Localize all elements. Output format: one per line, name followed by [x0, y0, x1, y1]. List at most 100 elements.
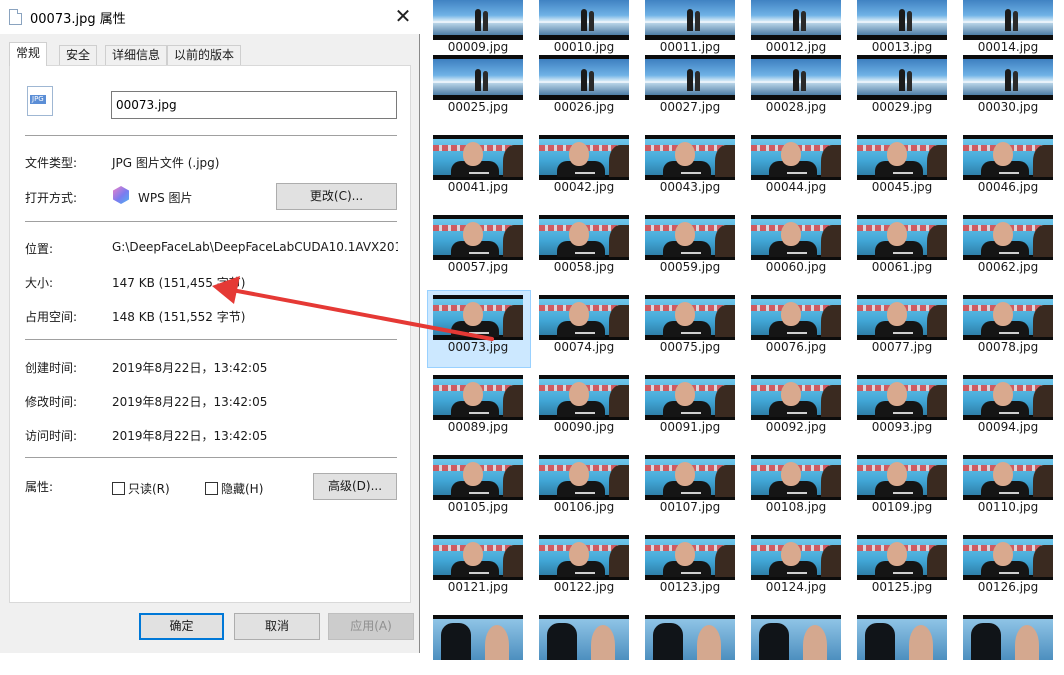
thumbnail-item[interactable] — [645, 615, 735, 675]
thumbnail-item[interactable] — [433, 615, 523, 675]
thumbnail-item[interactable]: 00029.jpg — [857, 55, 947, 115]
thumbnail-item[interactable]: 00059.jpg — [645, 215, 735, 275]
thumbnail-item[interactable]: 00058.jpg — [539, 215, 629, 275]
thumbnail-item[interactable]: 00074.jpg — [539, 295, 629, 355]
size-label: 大小: — [25, 276, 54, 290]
thumbnail-item[interactable]: 00073.jpg — [433, 295, 523, 355]
thumbnail-item[interactable]: 00093.jpg — [857, 375, 947, 435]
size-on-disk-value: 148 KB (151,552 字节) — [112, 310, 246, 324]
cancel-button[interactable]: 取消 — [234, 613, 320, 640]
checkbox-box — [205, 482, 218, 495]
thumbnail-filename: 00091.jpg — [659, 420, 721, 434]
advanced-button[interactable]: 高级(D)... — [313, 473, 397, 500]
thumbnail-filename: 00028.jpg — [765, 100, 827, 114]
thumbnail-item[interactable]: 00013.jpg — [857, 0, 947, 55]
hidden-checkbox[interactable]: 隐藏(H) — [205, 480, 263, 497]
thumbnail-image — [963, 295, 1053, 340]
thumbnail-item[interactable]: 00076.jpg — [751, 295, 841, 355]
thumbnail-filename: 00125.jpg — [871, 580, 933, 594]
divider — [25, 221, 397, 222]
thumbnail-item[interactable]: 00041.jpg — [433, 135, 523, 195]
thumbnail-filename: 00105.jpg — [447, 500, 509, 514]
tab-security[interactable]: 安全 — [59, 45, 98, 65]
accessed-label: 访问时间: — [25, 429, 78, 443]
thumbnail-image — [433, 375, 523, 420]
apply-button[interactable]: 应用(A) — [328, 613, 414, 640]
thumbnail-filename: 00062.jpg — [977, 260, 1039, 274]
thumbnail-image — [645, 215, 735, 260]
tab-general[interactable]: 常规 — [9, 42, 48, 66]
thumbnail-filename: 00108.jpg — [765, 500, 827, 514]
thumbnail-item[interactable]: 00126.jpg — [963, 535, 1053, 595]
thumbnail-item[interactable]: 00108.jpg — [751, 455, 841, 515]
thumbnail-image — [645, 615, 735, 660]
file-type-value: JPG 图片文件 (.jpg) — [112, 156, 220, 170]
ok-button[interactable]: 确定 — [139, 613, 224, 640]
thumbnail-item[interactable]: 00011.jpg — [645, 0, 735, 55]
thumbnail-item[interactable]: 00124.jpg — [751, 535, 841, 595]
thumbnail-item[interactable]: 00110.jpg — [963, 455, 1053, 515]
thumbnail-item[interactable]: 00123.jpg — [645, 535, 735, 595]
thumbnail-filename: 00029.jpg — [871, 100, 933, 114]
thumbnail-image — [539, 375, 629, 420]
size-value: 147 KB (151,455 字节) — [112, 276, 246, 290]
thumbnail-item[interactable]: 00028.jpg — [751, 55, 841, 115]
thumbnail-item[interactable]: 00045.jpg — [857, 135, 947, 195]
thumbnail-item[interactable]: 00027.jpg — [645, 55, 735, 115]
tab-previous-versions[interactable]: 以前的版本 — [167, 45, 242, 65]
thumbnail-item[interactable] — [857, 615, 947, 675]
thumbnail-image — [539, 0, 629, 40]
location-label: 位置: — [25, 242, 54, 256]
filename-field[interactable] — [111, 91, 397, 119]
thumbnail-item[interactable]: 00105.jpg — [433, 455, 523, 515]
thumbnail-item[interactable] — [751, 615, 841, 675]
thumbnail-item[interactable]: 00012.jpg — [751, 0, 841, 55]
thumbnail-item[interactable]: 00091.jpg — [645, 375, 735, 435]
thumbnail-item[interactable]: 00125.jpg — [857, 535, 947, 595]
thumbnail-item[interactable]: 00030.jpg — [963, 55, 1053, 115]
thumbnail-item[interactable]: 00109.jpg — [857, 455, 947, 515]
general-tab-panel: JPG 文件类型: JPG 图片文件 (.jpg) 打开方式: WPS 图片 更… — [9, 65, 411, 603]
thumbnail-item[interactable]: 00057.jpg — [433, 215, 523, 275]
thumbnail-item[interactable]: 00009.jpg — [433, 0, 523, 55]
thumbnail-item[interactable]: 00061.jpg — [857, 215, 947, 275]
thumbnail-item[interactable]: 00046.jpg — [963, 135, 1053, 195]
thumbnail-item[interactable]: 00010.jpg — [539, 0, 629, 55]
thumbnail-item[interactable]: 00044.jpg — [751, 135, 841, 195]
thumbnail-item[interactable]: 00077.jpg — [857, 295, 947, 355]
close-icon[interactable]: ✕ — [386, 0, 420, 34]
created-value: 2019年8月22日，13:42:05 — [112, 361, 268, 375]
readonly-label: 只读(R) — [128, 482, 170, 496]
thumbnail-item[interactable] — [963, 615, 1053, 675]
thumbnail-filename: 00042.jpg — [553, 180, 615, 194]
thumbnail-filename: 00123.jpg — [659, 580, 721, 594]
change-button[interactable]: 更改(C)... — [276, 183, 397, 210]
thumbnail-item[interactable]: 00107.jpg — [645, 455, 735, 515]
thumbnail-item[interactable]: 00014.jpg — [963, 0, 1053, 55]
thumbnail-item[interactable]: 00092.jpg — [751, 375, 841, 435]
thumbnail-item[interactable]: 00121.jpg — [433, 535, 523, 595]
thumbnail-item[interactable]: 00106.jpg — [539, 455, 629, 515]
thumbnail-filename: 00076.jpg — [765, 340, 827, 354]
thumbnail-image — [539, 215, 629, 260]
thumbnail-item[interactable]: 00089.jpg — [433, 375, 523, 435]
thumbnail-item[interactable]: 00122.jpg — [539, 535, 629, 595]
thumbnail-item[interactable]: 00060.jpg — [751, 215, 841, 275]
thumbnail-item[interactable]: 00075.jpg — [645, 295, 735, 355]
thumbnail-item[interactable]: 00025.jpg — [433, 55, 523, 115]
thumbnail-image — [857, 55, 947, 100]
location-value: G:\DeepFaceLab\DeepFaceLabCUDA10.1AVX201… — [112, 240, 398, 254]
thumbnail-image — [645, 295, 735, 340]
thumbnail-image — [857, 375, 947, 420]
thumbnail-image — [857, 535, 947, 580]
tab-details[interactable]: 详细信息 — [105, 45, 168, 65]
thumbnail-item[interactable]: 00078.jpg — [963, 295, 1053, 355]
thumbnail-item[interactable]: 00062.jpg — [963, 215, 1053, 275]
thumbnail-item[interactable]: 00043.jpg — [645, 135, 735, 195]
thumbnail-item[interactable] — [539, 615, 629, 675]
thumbnail-item[interactable]: 00090.jpg — [539, 375, 629, 435]
readonly-checkbox[interactable]: 只读(R) — [112, 480, 170, 497]
thumbnail-item[interactable]: 00026.jpg — [539, 55, 629, 115]
thumbnail-item[interactable]: 00094.jpg — [963, 375, 1053, 435]
thumbnail-item[interactable]: 00042.jpg — [539, 135, 629, 195]
